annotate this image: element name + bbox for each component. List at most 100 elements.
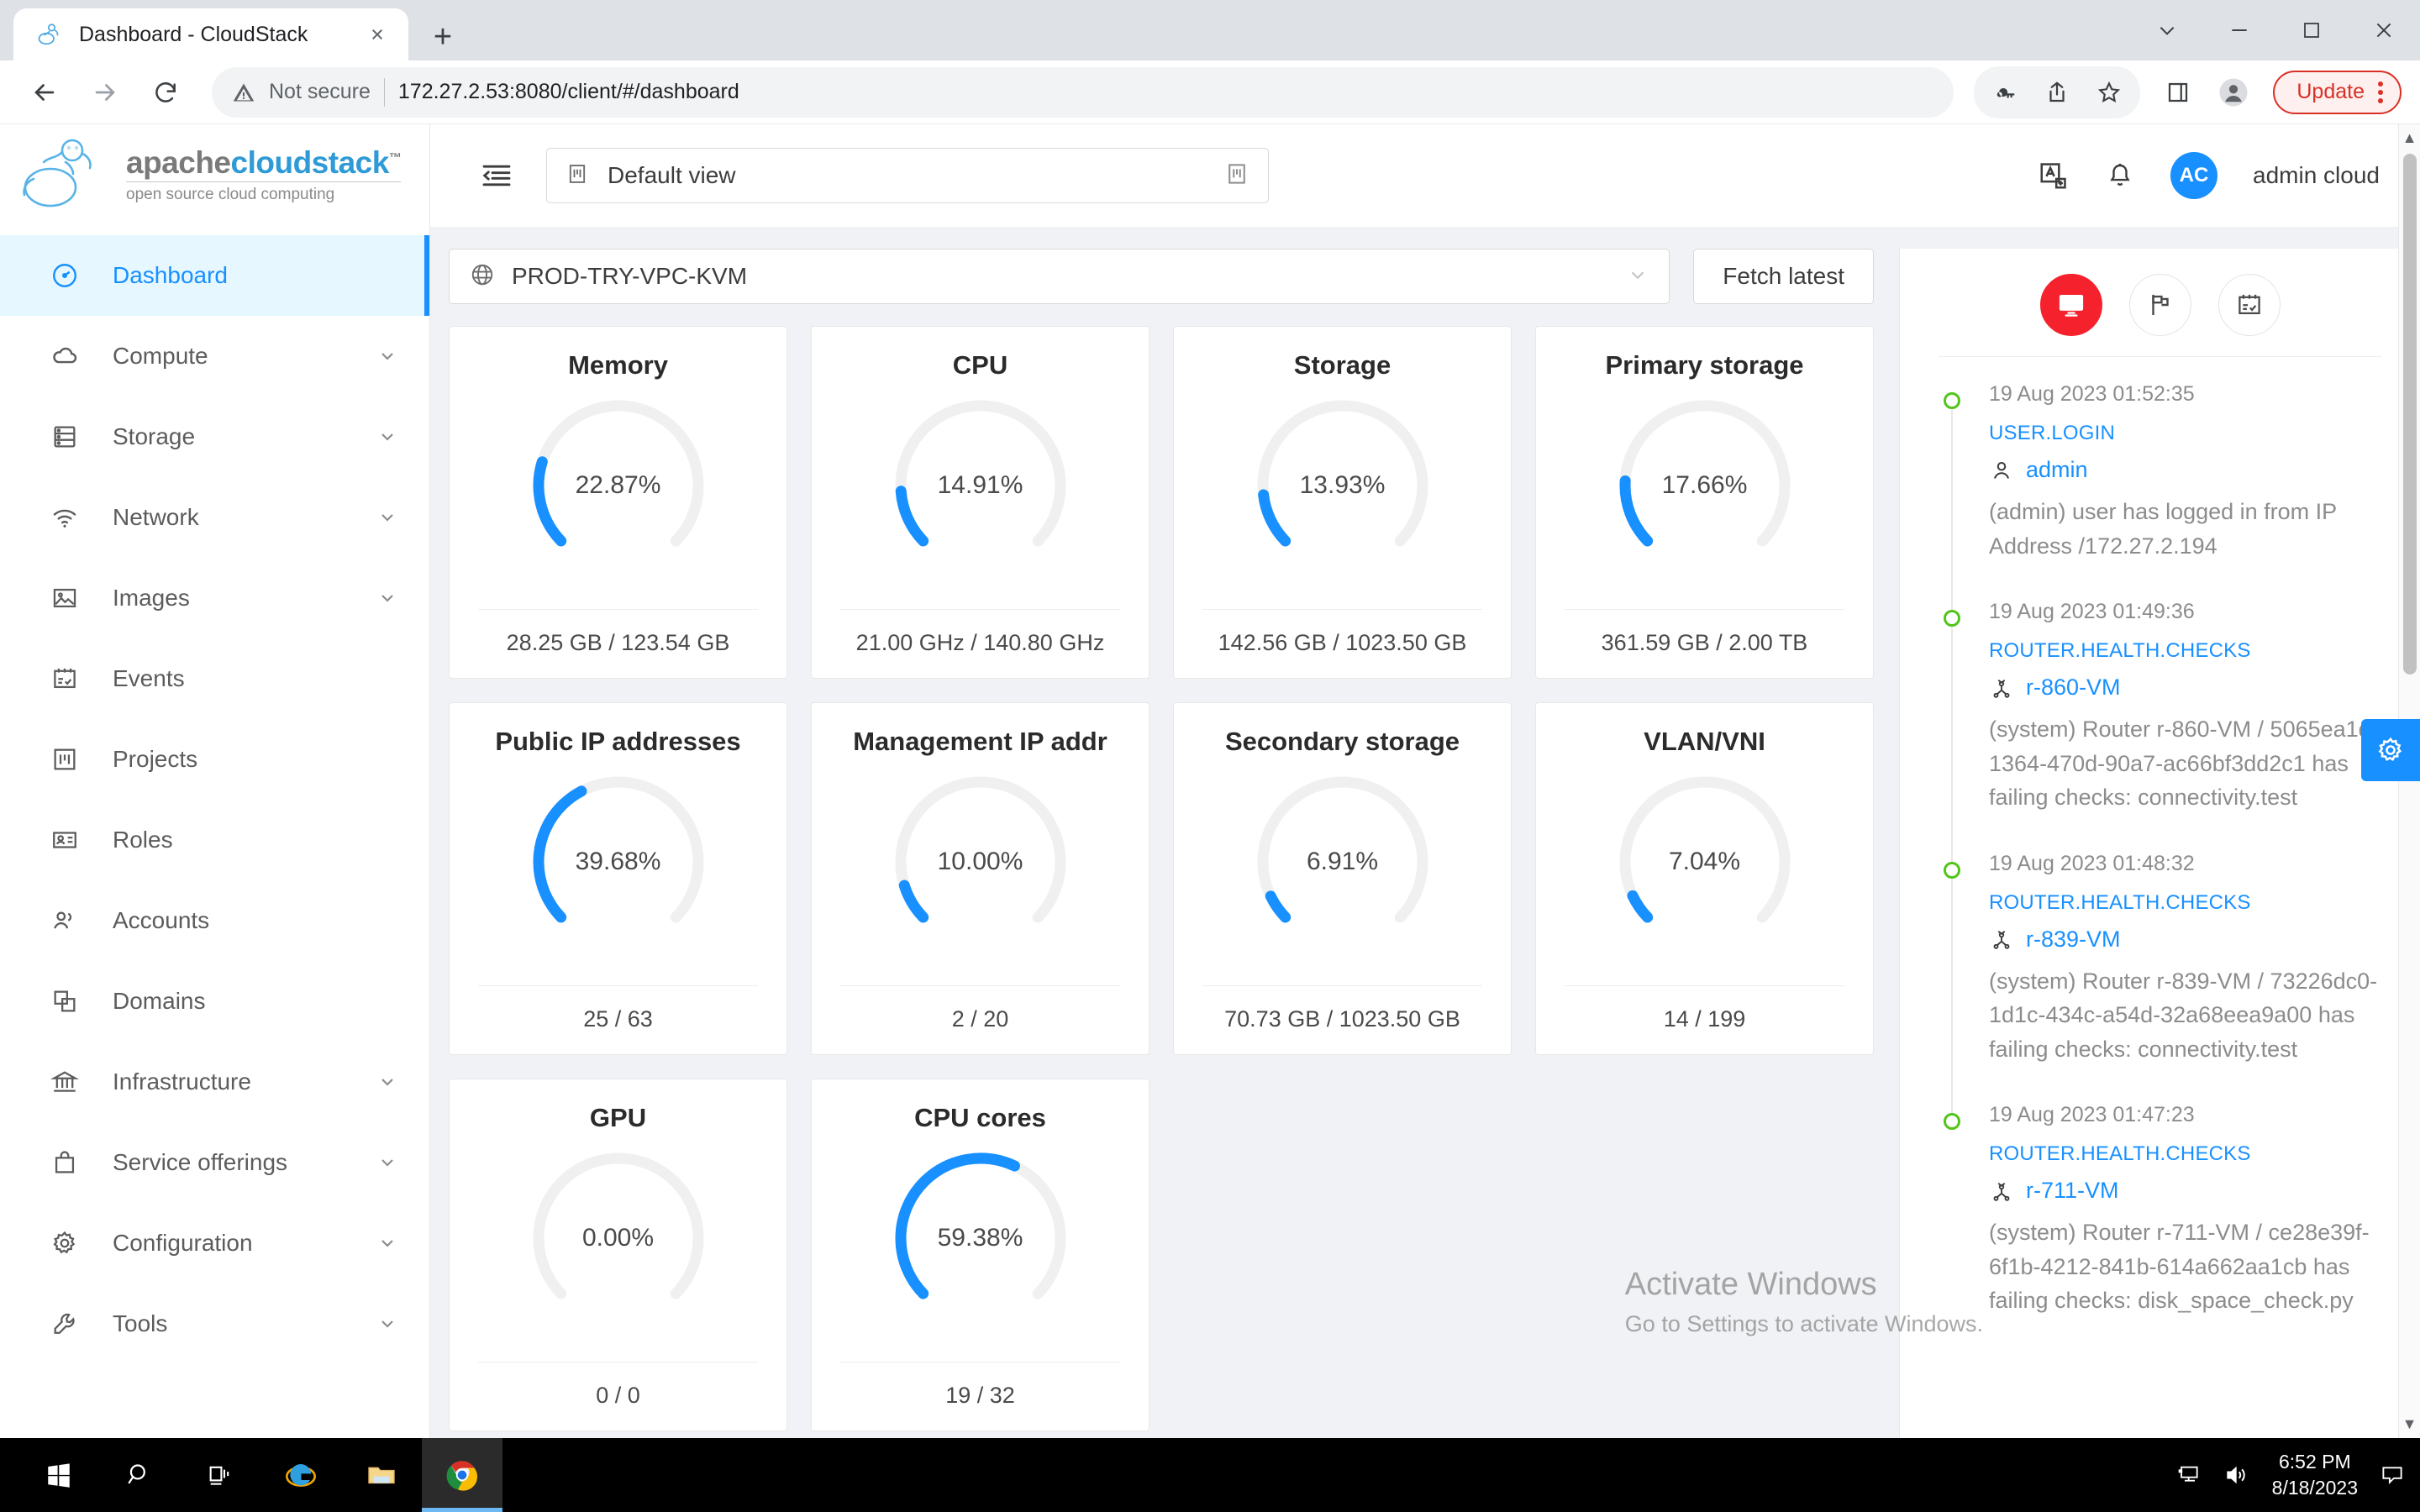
- sidebar-item-network[interactable]: Network: [0, 477, 429, 558]
- chevron-down-icon: [376, 1314, 399, 1334]
- view-select[interactable]: Default view: [546, 148, 1269, 203]
- minimize-icon[interactable]: [2203, 0, 2275, 60]
- sidebar-item-dashboard[interactable]: Dashboard: [0, 235, 429, 316]
- calendar-check-icon: [47, 664, 82, 693]
- chevron-down-icon[interactable]: [2131, 0, 2203, 60]
- event-type-link[interactable]: ROUTER.HEALTH.CHECKS: [1989, 639, 2386, 663]
- avatar[interactable]: AC: [2170, 152, 2217, 199]
- gauge-percent-label: 13.93%: [1246, 389, 1439, 582]
- sidebar-item-compute[interactable]: Compute: [0, 316, 429, 396]
- sidebar-item-label: Tools: [113, 1310, 345, 1337]
- brand-name: apachecloudstack™: [126, 147, 401, 180]
- network-icon[interactable]: [2175, 1462, 2202, 1488]
- capacity-card[interactable]: Primary storage17.66%361.59 GB / 2.00 TB: [1535, 326, 1874, 679]
- windows-start-icon[interactable]: [18, 1438, 99, 1512]
- tab-host-alerts[interactable]: [2040, 274, 2102, 336]
- settings-fab-button[interactable]: [2361, 719, 2420, 781]
- action-center-icon[interactable]: [2380, 1462, 2405, 1488]
- back-icon[interactable]: [18, 66, 71, 118]
- event-resource[interactable]: r-839-VM: [1989, 927, 2386, 953]
- maximize-icon[interactable]: [2275, 0, 2348, 60]
- event-item[interactable]: 19 Aug 2023 01:49:36ROUTER.HEALTH.CHECKS…: [1944, 600, 2386, 852]
- bookmark-star-icon[interactable]: [2083, 66, 2135, 118]
- capacity-card[interactable]: Memory22.87%28.25 GB / 123.54 GB: [449, 326, 787, 679]
- event-item[interactable]: 19 Aug 2023 01:47:23ROUTER.HEALTH.CHECKS…: [1944, 1103, 2386, 1355]
- chrome-icon[interactable]: [422, 1438, 502, 1512]
- sidebar-item-roles[interactable]: Roles: [0, 800, 429, 880]
- page-scrollbar[interactable]: ▲ ▼: [2398, 227, 2420, 1438]
- internet-explorer-icon[interactable]: [260, 1438, 341, 1512]
- sidebar-item-configuration[interactable]: Configuration: [0, 1203, 429, 1284]
- gauge-percent-label: 0.00%: [522, 1142, 715, 1335]
- task-view-icon[interactable]: [180, 1438, 260, 1512]
- event-type-link[interactable]: ROUTER.HEALTH.CHECKS: [1989, 891, 2386, 915]
- tab-alerts[interactable]: [2129, 274, 2191, 336]
- browser-tab[interactable]: Dashboard - CloudStack ×: [13, 8, 408, 60]
- capacity-card[interactable]: CPU14.91%21.00 GHz / 140.80 GHz: [811, 326, 1150, 679]
- chevron-down-icon: [376, 346, 399, 366]
- capacity-card[interactable]: VLAN/VNI7.04%14 / 199: [1535, 702, 1874, 1055]
- sidebar-item-events[interactable]: Events: [0, 638, 429, 719]
- capacity-card[interactable]: Storage13.93%142.56 GB / 1023.50 GB: [1173, 326, 1512, 679]
- event-resource-link[interactable]: r-711-VM: [2026, 1178, 2119, 1204]
- zone-select[interactable]: PROD-TRY-VPC-KVM: [449, 249, 1670, 304]
- event-resource-link[interactable]: r-860-VM: [2026, 675, 2121, 701]
- password-key-icon[interactable]: [1979, 66, 2031, 118]
- new-tab-button[interactable]: +: [417, 13, 469, 60]
- event-resource-link[interactable]: admin: [2026, 457, 2088, 483]
- scrollbar-thumb[interactable]: [2403, 227, 2417, 675]
- event-resource[interactable]: r-711-VM: [1989, 1178, 2386, 1204]
- close-icon[interactable]: ×: [363, 24, 392, 46]
- event-item[interactable]: 19 Aug 2023 01:52:35USER.LOGINadmin(admi…: [1944, 382, 2386, 600]
- sidebar-item-images[interactable]: Images: [0, 558, 429, 638]
- sidebar-item-accounts[interactable]: Accounts: [0, 880, 429, 961]
- events-list[interactable]: 19 Aug 2023 01:52:35USER.LOGINadmin(admi…: [1900, 367, 2420, 1438]
- capacity-card[interactable]: Secondary storage6.91%70.73 GB / 1023.50…: [1173, 702, 1512, 1055]
- search-icon[interactable]: [99, 1438, 180, 1512]
- gear-icon: [47, 1229, 82, 1257]
- update-button[interactable]: Update: [2273, 71, 2402, 114]
- event-type-link[interactable]: USER.LOGIN: [1989, 422, 2386, 445]
- tab-events[interactable]: [2218, 274, 2281, 336]
- event-item[interactable]: 19 Aug 2023 01:48:32ROUTER.HEALTH.CHECKS…: [1944, 852, 2386, 1104]
- sidebar-item-tools[interactable]: Tools: [0, 1284, 429, 1364]
- event-description: (admin) user has logged in from IP Addre…: [1989, 495, 2386, 563]
- event-type-link[interactable]: ROUTER.HEALTH.CHECKS: [1989, 1142, 2386, 1166]
- capacity-card[interactable]: Public IP addresses39.68%25 / 63: [449, 702, 787, 1055]
- file-explorer-icon[interactable]: [341, 1438, 422, 1512]
- side-panel-icon[interactable]: [2152, 66, 2204, 118]
- event-resource[interactable]: admin: [1989, 457, 2386, 483]
- scroll-down-icon[interactable]: ▼: [2402, 1410, 2417, 1438]
- brand-logo[interactable]: apachecloudstack™ open source cloud comp…: [0, 124, 429, 227]
- capacity-card[interactable]: GPU0.00%0 / 0: [449, 1079, 787, 1431]
- card-detail: 2 / 20: [840, 985, 1120, 1054]
- language-icon[interactable]: [2038, 160, 2070, 192]
- sidebar-item-domains[interactable]: Domains: [0, 961, 429, 1042]
- reload-icon[interactable]: [139, 66, 192, 118]
- notification-bell-icon[interactable]: [2105, 160, 2135, 191]
- sidebar-item-storage[interactable]: Storage: [0, 396, 429, 477]
- event-resource[interactable]: r-860-VM: [1989, 675, 2386, 701]
- share-icon[interactable]: [2031, 66, 2083, 118]
- sidebar-item-service-offerings[interactable]: Service offerings: [0, 1122, 429, 1203]
- capacity-card[interactable]: Management IP addr10.00%2 / 20: [811, 702, 1150, 1055]
- window-close-icon[interactable]: [2348, 0, 2420, 60]
- gauge-chart: 17.66%: [1608, 389, 1802, 582]
- taskbar-clock[interactable]: 6:52 PM 8/18/2023: [2272, 1449, 2358, 1501]
- chrome-menu-icon[interactable]: [2373, 81, 2388, 103]
- volume-icon[interactable]: [2223, 1462, 2250, 1488]
- event-resource-link[interactable]: r-839-VM: [2026, 927, 2121, 953]
- chevron-down-icon: [376, 507, 399, 528]
- sidebar-item-projects[interactable]: Projects: [0, 719, 429, 800]
- fetch-latest-button[interactable]: Fetch latest: [1693, 249, 1874, 304]
- menu-collapse-icon[interactable]: [474, 153, 519, 198]
- capacity-card[interactable]: CPU cores59.38%19 / 32: [811, 1079, 1150, 1431]
- username-label[interactable]: admin cloud: [2253, 162, 2380, 189]
- view-toggle-icon[interactable]: [1224, 161, 1249, 191]
- not-secure-icon: [232, 81, 255, 104]
- forward-icon[interactable]: [79, 66, 131, 118]
- users-icon: [47, 906, 82, 935]
- sidebar-item-infrastructure[interactable]: Infrastructure: [0, 1042, 429, 1122]
- profile-avatar[interactable]: [2207, 66, 2260, 118]
- address-bar[interactable]: Not secure 172.27.2.53:8080/client/#/das…: [212, 67, 1954, 118]
